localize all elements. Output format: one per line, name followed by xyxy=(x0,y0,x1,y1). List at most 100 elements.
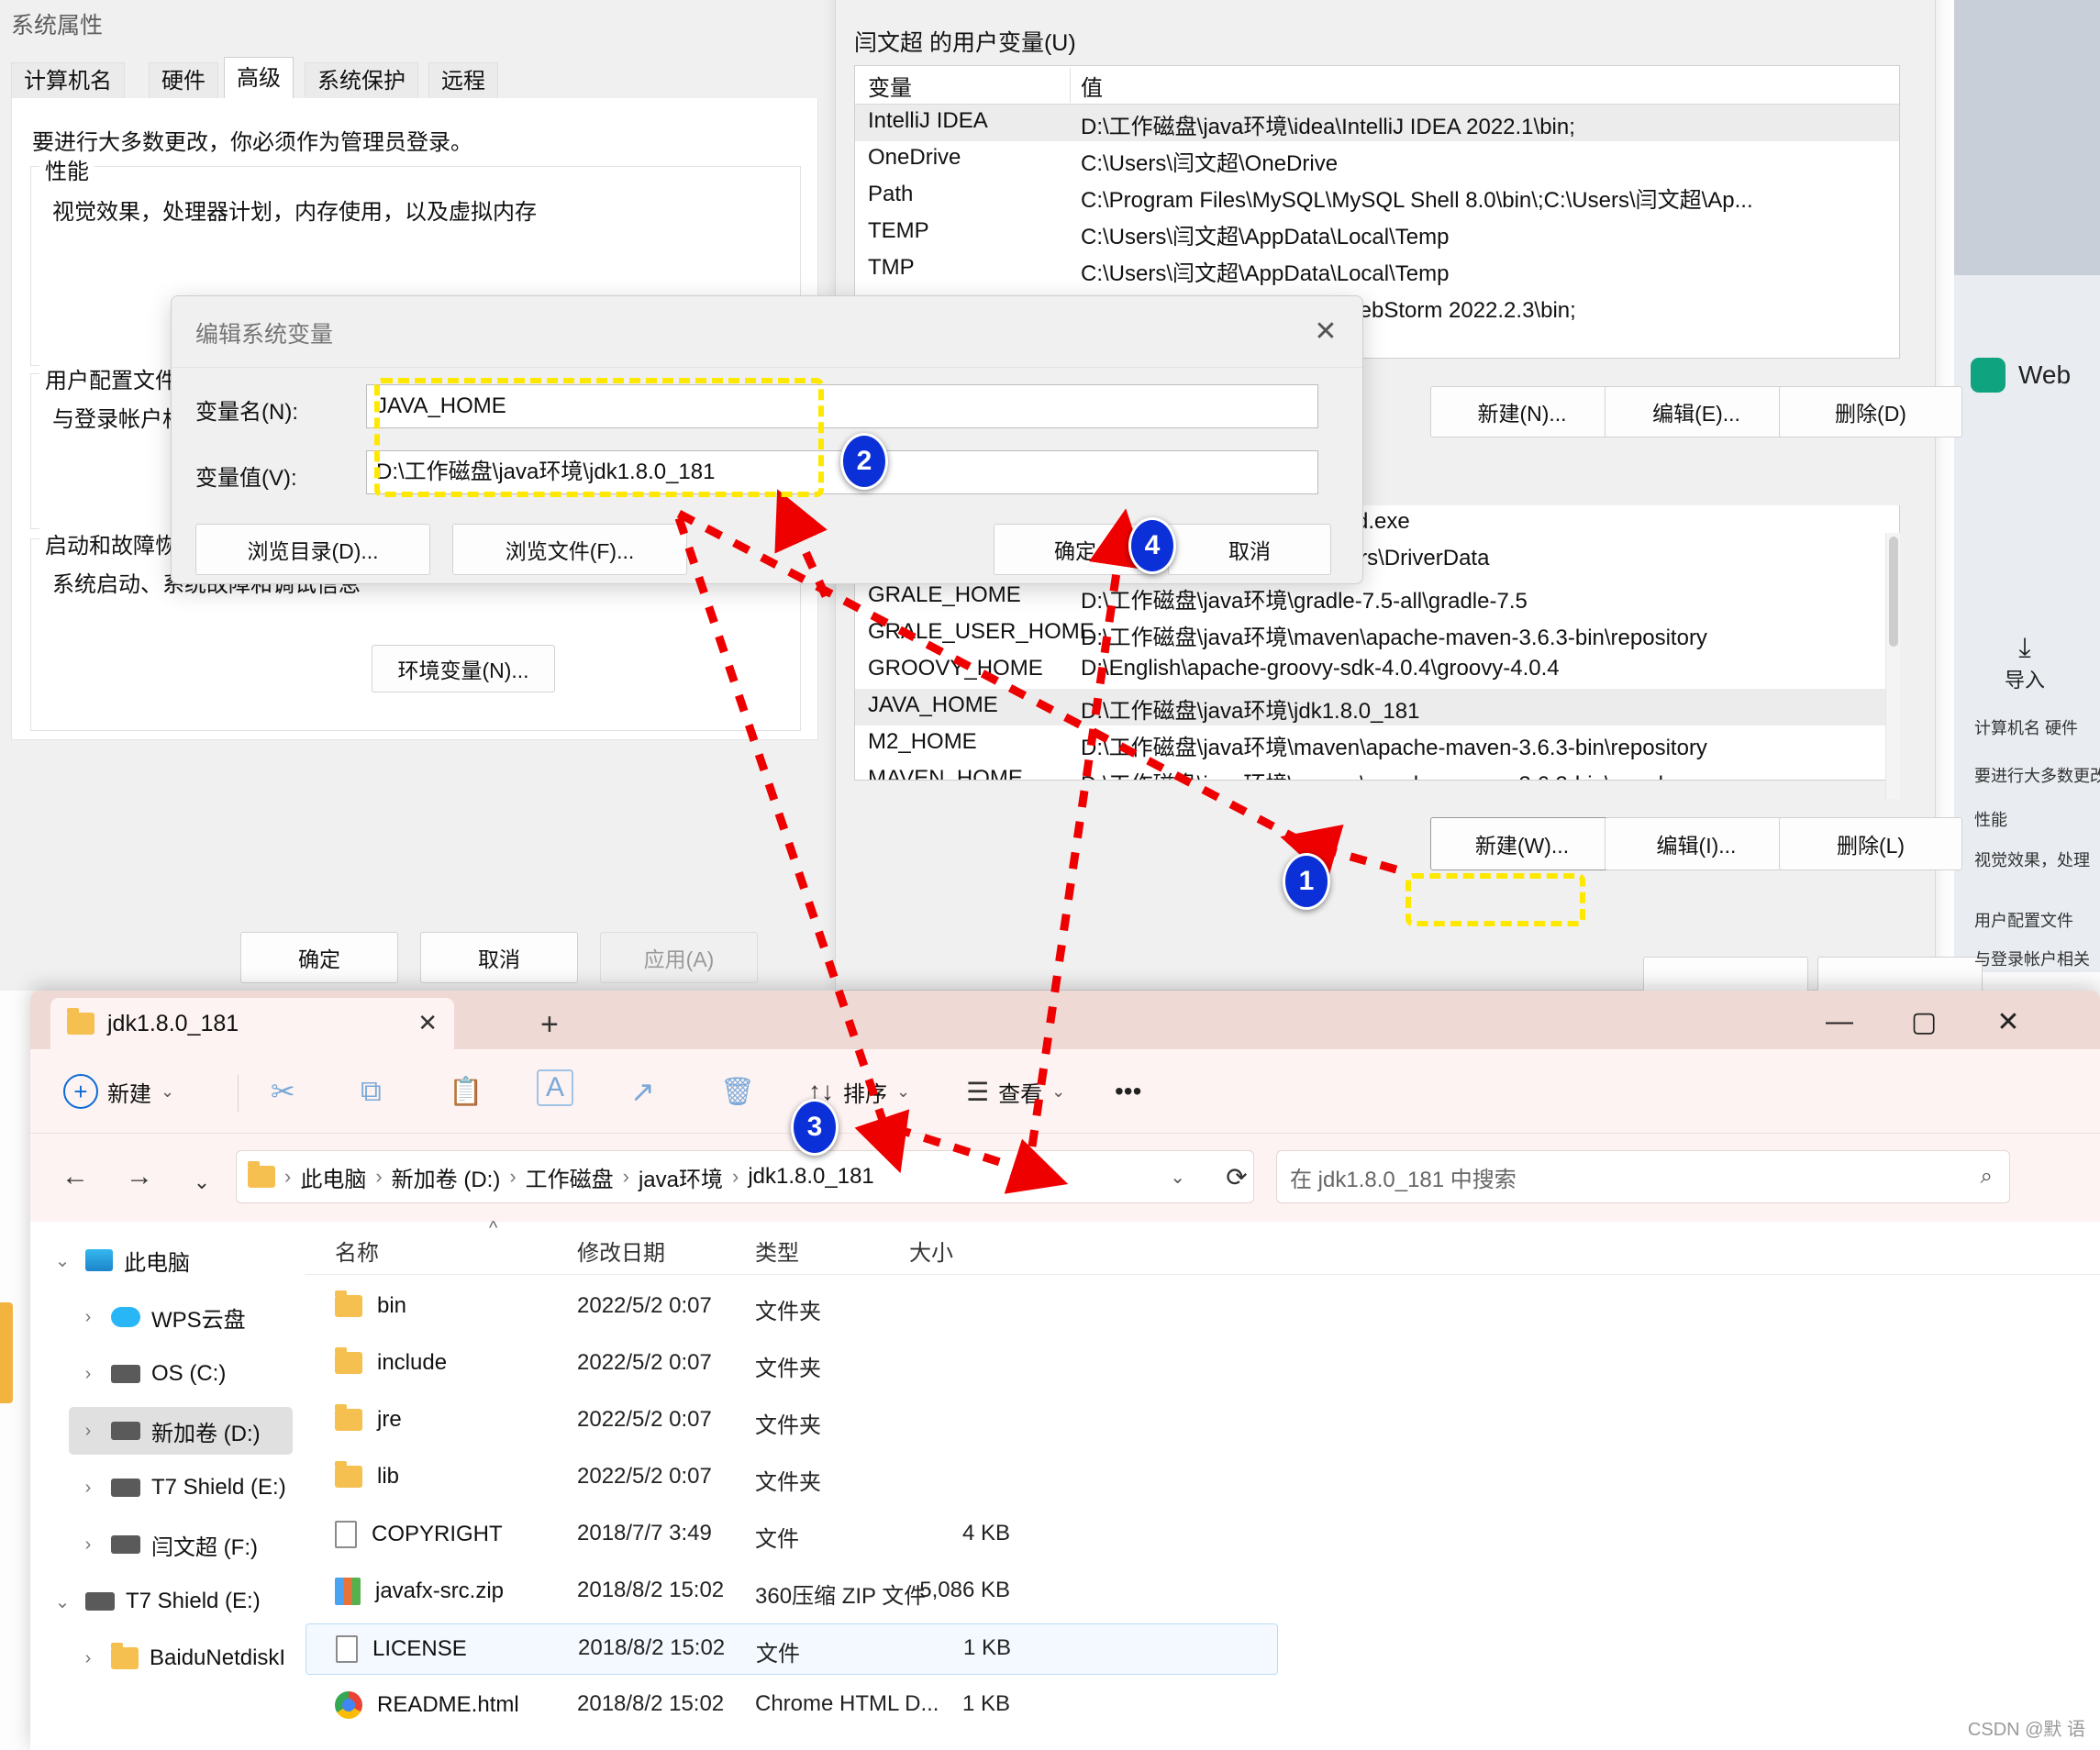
col-header-type[interactable]: 类型 xyxy=(755,1235,799,1267)
sidebar-item-baidu-netdisk[interactable]: › BaiduNetdiskI xyxy=(69,1634,293,1682)
table-row[interactable]: GROOVY_HOME D:\English\apache-groovy-sdk… xyxy=(855,652,1899,689)
web-button[interactable]: Web xyxy=(1971,358,2071,393)
table-row[interactable]: COPYRIGHT 2018/7/7 3:49 文件 4 KB xyxy=(306,1510,1278,1561)
refresh-icon[interactable]: ⟳ xyxy=(1214,1154,1260,1200)
chevron-down-icon[interactable]: ⌄ xyxy=(50,1590,74,1613)
breadcrumb-item-1[interactable]: 新加卷 (D:) xyxy=(392,1161,501,1193)
chevron-right-icon[interactable]: › xyxy=(76,1307,100,1328)
chevron-right-icon[interactable]: › xyxy=(76,1534,100,1556)
edit-system-variable-dialog: 编辑系统变量 ✕ 变量名(N): JAVA_HOME 变量值(V): D:\工作… xyxy=(171,295,1363,584)
col-header-size[interactable]: 大小 xyxy=(909,1235,953,1267)
new-tab-icon[interactable]: + xyxy=(540,1007,559,1043)
user-new-button[interactable]: 新建(N)... xyxy=(1430,386,1614,438)
table-row[interactable]: MAVEN_HOME D:\工作磁盘\java环境\maven\apache-m… xyxy=(855,762,1899,781)
tab-system-protection[interactable]: 系统保护 xyxy=(305,62,418,99)
var-value: C:\Users\闫文超\AppData\Local\Temp xyxy=(1081,255,1449,287)
breadcrumb-item-2[interactable]: 工作磁盘 xyxy=(526,1161,614,1193)
cut-icon[interactable]: ✂ xyxy=(271,1069,295,1113)
table-row[interactable]: M2_HOME D:\工作磁盘\java环境\maven\apache-mave… xyxy=(855,725,1899,762)
scrollbar-thumb[interactable] xyxy=(1889,537,1898,647)
close-icon[interactable]: ✕ xyxy=(417,1009,438,1037)
search-icon[interactable]: ⌕ xyxy=(1981,1164,1993,1190)
minimize-icon[interactable]: — xyxy=(1814,1002,1865,1042)
sort-ascending-icon: ^ xyxy=(489,1218,497,1239)
breadcrumb-item-0[interactable]: 此电脑 xyxy=(300,1161,366,1193)
chevron-right-icon[interactable]: › xyxy=(76,1648,100,1669)
system-edit-button[interactable]: 编辑(I)... xyxy=(1605,817,1788,870)
user-delete-button[interactable]: 删除(D) xyxy=(1779,386,1962,438)
sidebar-item-t7-shield-e-root[interactable]: ⌄ T7 Shield (E:) xyxy=(43,1578,293,1625)
cancel-button[interactable]: 取消 xyxy=(420,932,578,983)
col-header-value[interactable]: 值 xyxy=(1081,70,1103,102)
edge-sidebar-handle[interactable] xyxy=(0,1302,13,1403)
tab-remote[interactable]: 远程 xyxy=(428,62,498,99)
chevron-right-icon[interactable]: › xyxy=(76,1364,100,1385)
tab-hardware[interactable]: 硬件 xyxy=(149,62,218,99)
import-button[interactable]: ⤓ 导入 xyxy=(2005,633,2045,693)
share-icon[interactable]: ↗ xyxy=(630,1069,655,1113)
sidebar-item-t7-shield-e[interactable]: › T7 Shield (E:) xyxy=(69,1464,293,1512)
sidebar-item-user-f[interactable]: › 闫文超 (F:) xyxy=(69,1521,293,1568)
table-row[interactable]: TMP C:\Users\闫文超\AppData\Local\Temp xyxy=(855,251,1899,288)
table-row[interactable]: IntelliJ IDEA D:\工作磁盘\java环境\idea\Intell… xyxy=(855,105,1899,141)
explorer-tab[interactable]: jdk1.8.0_181 ✕ xyxy=(50,998,454,1049)
maximize-icon[interactable]: ▢ xyxy=(1898,1002,1950,1042)
breadcrumb-item-4[interactable]: jdk1.8.0_181 xyxy=(748,1164,873,1190)
search-input[interactable]: 在 jdk1.8.0_181 中搜索 ⌕ xyxy=(1276,1150,2010,1203)
tab-computer-name[interactable]: 计算机名 xyxy=(11,62,125,99)
table-row[interactable]: GRALE_USER_HOME D:\工作磁盘\java环境\maven\apa… xyxy=(855,615,1899,652)
variable-name-input[interactable]: JAVA_HOME xyxy=(366,384,1318,428)
sidebar-item-this-pc[interactable]: ⌄ 此电脑 xyxy=(43,1236,293,1284)
table-row[interactable]: TEMP C:\Users\闫文超\AppData\Local\Temp xyxy=(855,215,1899,251)
recent-locations-icon[interactable]: ⌄ xyxy=(179,1159,225,1205)
breadcrumb[interactable]: › 此电脑 › 新加卷 (D:) › 工作磁盘 › java环境 › jdk1.… xyxy=(236,1150,1254,1203)
chevron-down-icon[interactable]: ⌄ xyxy=(50,1249,74,1272)
more-options-icon[interactable]: ••• xyxy=(1115,1069,1141,1113)
ok-button[interactable]: 确定 xyxy=(240,932,398,983)
table-row[interactable]: GRALE_HOME D:\工作磁盘\java环境\gradle-7.5-all… xyxy=(855,579,1899,615)
browse-directory-button[interactable]: 浏览目录(D)... xyxy=(195,524,430,575)
file-date: 2022/5/2 0:07 xyxy=(577,1293,712,1319)
sidebar-item-os-c[interactable]: › OS (C:) xyxy=(69,1350,293,1398)
edit-cancel-button[interactable]: 取消 xyxy=(1168,524,1331,575)
breadcrumb-item-3[interactable]: java环境 xyxy=(639,1161,723,1193)
rename-icon[interactable]: A xyxy=(537,1069,573,1106)
new-button[interactable]: + 新建 ⌄ xyxy=(63,1069,174,1113)
system-new-button[interactable]: 新建(W)... xyxy=(1430,817,1614,870)
chevron-right-icon[interactable]: › xyxy=(76,1478,100,1499)
env-variables-button[interactable]: 环境变量(N)... xyxy=(372,645,555,692)
copy-icon[interactable]: ⧉ xyxy=(361,1069,382,1113)
col-header-name[interactable]: 名称 xyxy=(335,1235,379,1267)
table-row[interactable]: README.html 2018/8/2 15:02 Chrome HTML D… xyxy=(306,1680,1278,1732)
table-row[interactable]: JAVA_HOME D:\工作磁盘\java环境\jdk1.8.0_181 xyxy=(855,689,1899,725)
table-row[interactable]: Path C:\Program Files\MySQL\MySQL Shell … xyxy=(855,178,1899,215)
var-name: MAVEN_HOME xyxy=(868,766,1023,781)
paste-icon[interactable]: 📋 xyxy=(449,1069,483,1113)
close-icon[interactable]: ✕ xyxy=(1306,311,1346,351)
tab-advanced[interactable]: 高级 xyxy=(224,57,294,99)
table-row[interactable]: jre 2022/5/2 0:07 文件夹 xyxy=(306,1396,1278,1447)
system-delete-button[interactable]: 删除(L) xyxy=(1779,817,1962,870)
col-header-variable[interactable]: 变量 xyxy=(868,70,912,102)
sidebar-item-new-volume-d[interactable]: › 新加卷 (D:) xyxy=(69,1407,293,1455)
system-table-scrollbar[interactable] xyxy=(1885,533,1900,799)
sidebar-item-wps-cloud[interactable]: › WPS云盘 xyxy=(69,1293,293,1341)
browse-file-button[interactable]: 浏览文件(F)... xyxy=(452,524,687,575)
chevron-right-icon[interactable]: › xyxy=(76,1421,100,1442)
sidebar-item-label: T7 Shield (E:) xyxy=(126,1589,261,1614)
table-row[interactable]: OneDrive C:\Users\闫文超\OneDrive xyxy=(855,141,1899,178)
table-row[interactable]: include 2022/5/2 0:07 文件夹 xyxy=(306,1339,1278,1390)
table-row[interactable]: javafx-src.zip 2018/8/2 15:02 360压缩 ZIP … xyxy=(306,1567,1278,1618)
table-row[interactable]: bin 2022/5/2 0:07 文件夹 xyxy=(306,1282,1278,1334)
table-row[interactable]: LICENSE 2018/8/2 15:02 文件 1 KB xyxy=(306,1623,1278,1675)
chevron-down-icon[interactable]: ⌄ xyxy=(1170,1166,1185,1189)
delete-icon[interactable]: 🗑 xyxy=(720,1069,755,1113)
close-icon[interactable]: ✕ xyxy=(1983,1002,2034,1042)
table-row[interactable]: lib 2022/5/2 0:07 文件夹 xyxy=(306,1453,1278,1504)
view-button[interactable]: ☰ 查看 ⌄ xyxy=(966,1069,1065,1113)
back-icon[interactable]: ← xyxy=(52,1154,98,1200)
apply-button[interactable]: 应用(A) xyxy=(600,932,758,983)
forward-icon[interactable]: → xyxy=(117,1154,162,1200)
user-edit-button[interactable]: 编辑(E)... xyxy=(1605,386,1788,438)
col-header-date[interactable]: 修改日期 xyxy=(577,1235,665,1267)
